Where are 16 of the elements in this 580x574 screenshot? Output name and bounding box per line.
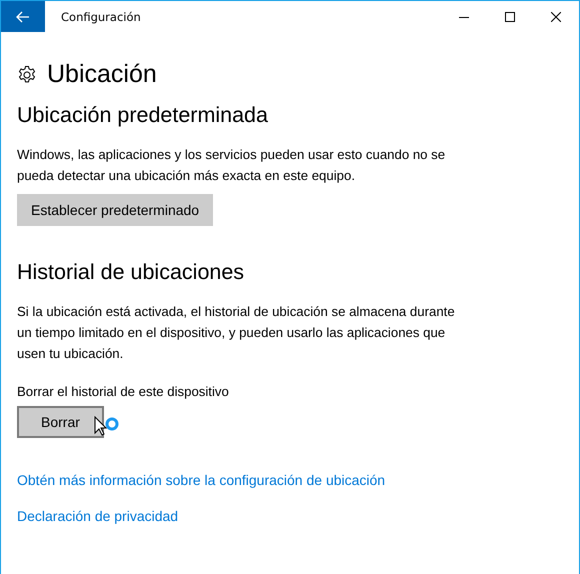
settings-icon — [17, 64, 37, 84]
section-heading: Ubicación predeterminada — [17, 103, 269, 128]
section-description: Si la ubicación está activada, el historial de ubicación se almacena durante un tiempo limitado en el dispositivo, y pueden usarlo las aplicaciones que usen tu ubicación. — [17, 303, 456, 363]
page-title: Ubicación — [47, 60, 157, 89]
back-arrow-icon — [16, 10, 30, 22]
info-link[interactable]: Declaración de privacidad — [17, 508, 178, 524]
section-heading: Historial de ubicaciones — [17, 260, 246, 285]
set-default-button[interactable]: Establecer predeterminado — [17, 194, 214, 226]
info-link[interactable]: Obtén más información sobre la configuración de ubicación — [17, 472, 386, 488]
back-button[interactable] — [1, 1, 45, 32]
clear-button[interactable]: Borrar — [17, 406, 104, 438]
section-description: Windows, las aplicaciones y los servicios pueden usar esto cuando no se pueda detectar una ubicación más exacta en este equipo. — [17, 146, 446, 185]
section-label: Borrar el historial de este dispositivo — [17, 384, 229, 399]
close-icon — [551, 12, 561, 22]
maximize-icon — [505, 12, 515, 22]
window-title: Configuración — [61, 10, 142, 24]
